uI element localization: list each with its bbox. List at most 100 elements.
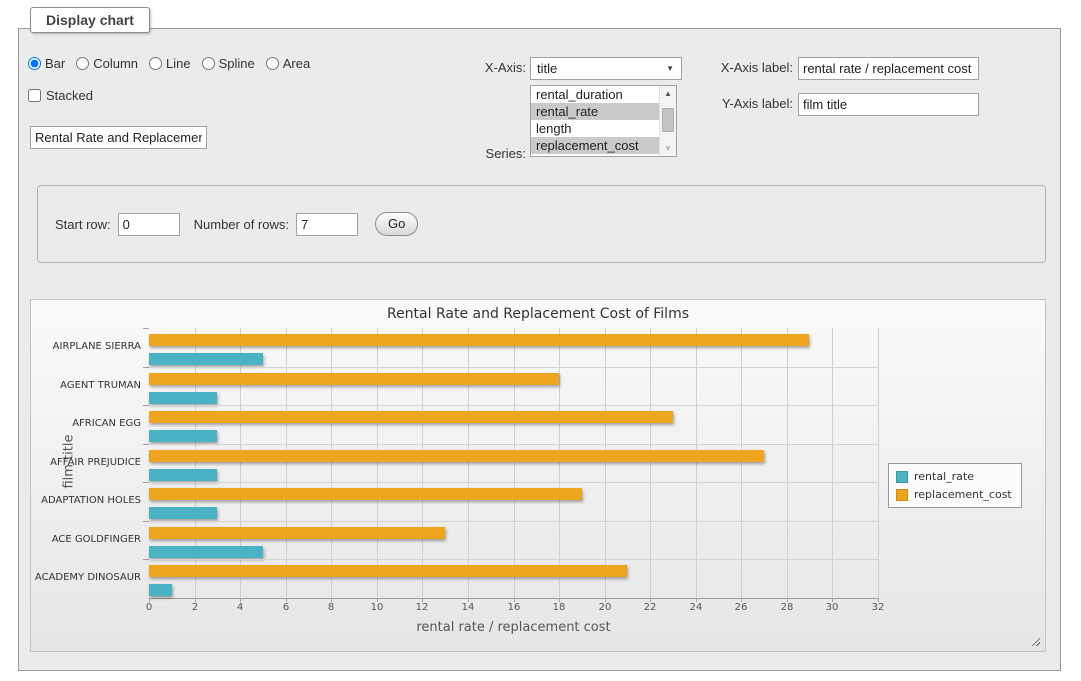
category-label: ACADEMY DINOSAUR <box>31 572 141 583</box>
series-option-replacement_cost[interactable]: replacement_cost <box>531 137 659 154</box>
gridline <box>149 521 878 522</box>
y-axis-tick <box>143 482 149 483</box>
x-tick-label: 18 <box>544 602 574 613</box>
bar-replacement-cost <box>149 450 764 462</box>
gridline <box>149 405 878 406</box>
gridline <box>787 328 788 598</box>
bar-replacement-cost <box>149 334 809 346</box>
chart-type-option-line[interactable]: Line <box>149 56 191 71</box>
chart-container: Rental Rate and Replacement Cost of Film… <box>30 299 1046 652</box>
bar-rental-rate <box>149 584 172 596</box>
gridline <box>377 328 378 598</box>
bar-replacement-cost <box>149 488 582 500</box>
gridline <box>149 367 878 368</box>
bar-rental-rate <box>149 546 263 558</box>
scroll-down-icon[interactable]: ▼ <box>660 141 676 156</box>
legend-label: replacement_cost <box>914 488 1012 501</box>
y-axis-tick <box>143 367 149 368</box>
gridline <box>149 444 878 445</box>
y-axis-tick <box>143 521 149 522</box>
x-tick-label: 12 <box>407 602 437 613</box>
start-row-label: Start row: <box>55 217 111 232</box>
gridline <box>696 328 697 598</box>
chart-type-radio-area[interactable] <box>266 57 279 70</box>
legend-item-rental_rate[interactable]: rental_rate <box>896 470 1012 483</box>
chart-x-tick-labels: 02468101214161820222426283032 <box>149 602 878 616</box>
bar-replacement-cost <box>149 527 445 539</box>
bar-replacement-cost <box>149 373 559 385</box>
bar-rental-rate <box>149 392 217 404</box>
chart-type-radio-group: Bar Column Line Spline Area <box>28 56 310 71</box>
x-tick-label: 6 <box>271 602 301 613</box>
gridline <box>878 328 879 598</box>
gridline <box>286 328 287 598</box>
gridline <box>514 328 515 598</box>
gridline <box>422 328 423 598</box>
stacked-checkbox[interactable] <box>28 89 41 102</box>
gridline <box>741 328 742 598</box>
num-rows-input[interactable] <box>296 213 358 236</box>
x-tick-label: 28 <box>772 602 802 613</box>
chart-type-option-spline[interactable]: Spline <box>202 56 255 71</box>
category-label: ADAPTATION HOLES <box>31 495 141 506</box>
legend-swatch <box>896 489 908 501</box>
x-tick-label: 4 <box>225 602 255 613</box>
gridline <box>650 328 651 598</box>
y-axis-tick <box>143 328 149 329</box>
legend-item-replacement_cost[interactable]: replacement_cost <box>896 488 1012 501</box>
x-tick-label: 24 <box>681 602 711 613</box>
x-axis-label-label: X-Axis label: <box>617 60 793 75</box>
chart-legend: rental_rate replacement_cost <box>888 463 1022 508</box>
chart-type-option-label: Spline <box>219 56 255 71</box>
row-range-panel: Start row: Number of rows: Go <box>37 185 1046 263</box>
x-tick-label: 16 <box>499 602 529 613</box>
start-row-input[interactable] <box>118 213 180 236</box>
bar-rental-rate <box>149 507 217 519</box>
chart-type-radio-bar[interactable] <box>28 57 41 70</box>
bar-replacement-cost <box>149 411 673 423</box>
x-tick-label: 32 <box>863 602 893 613</box>
y-axis-tick <box>143 559 149 560</box>
x-axis-selected-value: title <box>537 61 557 76</box>
display-chart-panel: Display chart BarColumnLineSplineArea St… <box>18 28 1061 671</box>
bar-rental-rate <box>149 430 217 442</box>
x-tick-label: 0 <box>134 602 164 613</box>
resize-handle-icon[interactable] <box>1029 635 1040 646</box>
chart-type-option-bar[interactable]: Bar <box>28 56 65 71</box>
chart-category-labels: AIRPLANE SIERRAAGENT TRUMANAFRICAN EGGAF… <box>31 328 141 598</box>
scrollbar-thumb[interactable] <box>662 108 674 132</box>
bar-replacement-cost <box>149 565 627 577</box>
chart-plot-area <box>149 328 878 598</box>
chart-type-radio-spline[interactable] <box>202 57 215 70</box>
y-axis-label-label: Y-Axis label: <box>617 96 793 111</box>
chart-type-option-label: Bar <box>45 56 65 71</box>
chart-title: Rental Rate and Replacement Cost of Film… <box>31 306 1045 322</box>
stacked-option[interactable]: Stacked <box>28 88 93 103</box>
gridline <box>605 328 606 598</box>
chart-type-option-column[interactable]: Column <box>76 56 138 71</box>
y-axis-tick <box>143 444 149 445</box>
chart-title-input[interactable] <box>30 126 207 149</box>
series-option-length[interactable]: length <box>531 120 659 137</box>
y-axis-label-input[interactable] <box>798 93 979 116</box>
gridline <box>331 328 332 598</box>
chart-type-option-area[interactable]: Area <box>266 56 310 71</box>
bar-rental-rate <box>149 469 217 481</box>
category-label: AIRPLANE SIERRA <box>31 341 141 352</box>
chart-type-option-label: Column <box>93 56 138 71</box>
gridline <box>468 328 469 598</box>
x-tick-label: 26 <box>726 602 756 613</box>
gridline <box>149 559 878 560</box>
x-tick-label: 14 <box>453 602 483 613</box>
gridline <box>559 328 560 598</box>
x-tick-label: 2 <box>180 602 210 613</box>
chart-type-radio-line[interactable] <box>149 57 162 70</box>
go-button[interactable]: Go <box>375 212 418 236</box>
x-axis-label-input[interactable] <box>798 57 979 80</box>
series-list-label: Series: <box>399 146 526 161</box>
category-label: AGENT TRUMAN <box>31 380 141 391</box>
chart-type-radio-column[interactable] <box>76 57 89 70</box>
gridline <box>149 482 878 483</box>
category-label: AFFAIR PREJUDICE <box>31 457 141 468</box>
x-tick-label: 30 <box>817 602 847 613</box>
